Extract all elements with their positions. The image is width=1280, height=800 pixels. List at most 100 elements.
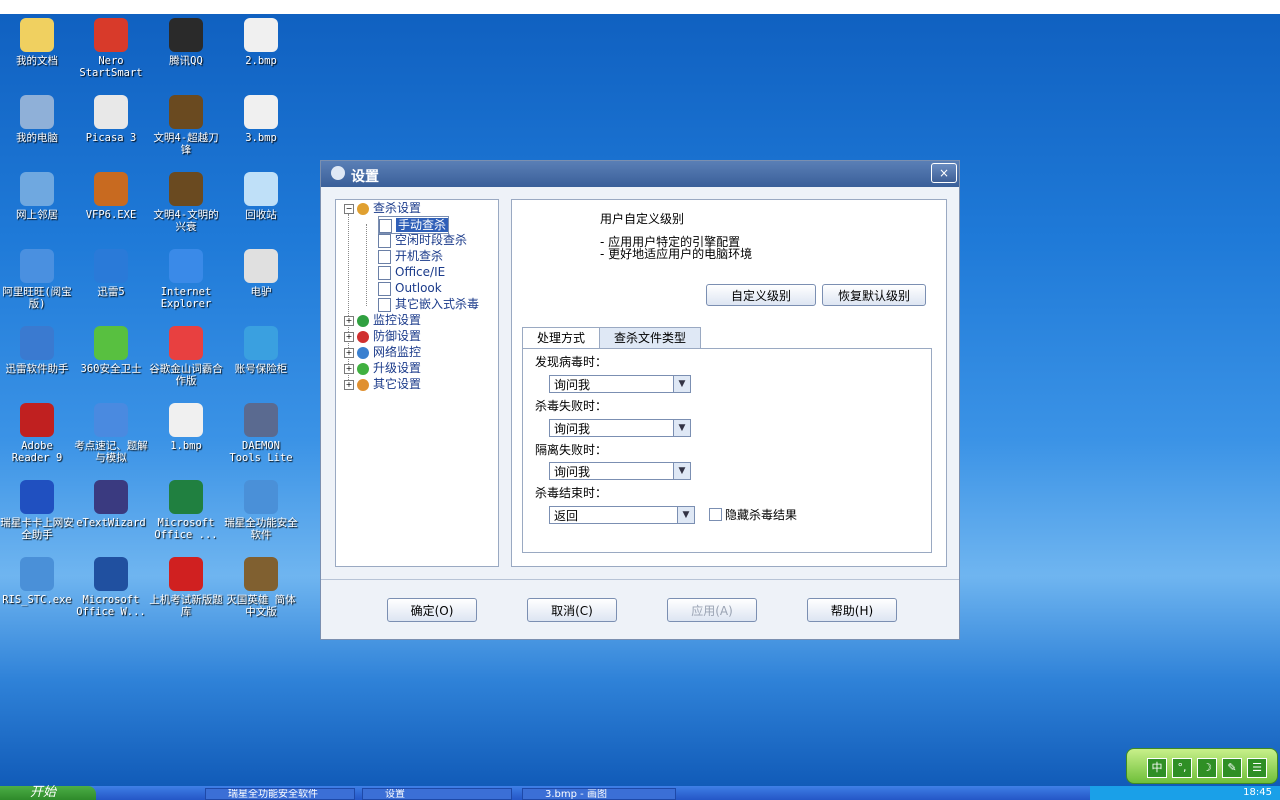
taskbar-item-paint[interactable]: 3.bmp - 画图: [522, 788, 676, 800]
desktop-icon[interactable]: 上机考试新版题库: [149, 557, 223, 618]
hide-result-label: 隐藏杀毒结果: [725, 508, 798, 522]
desktop-icon[interactable]: 灭国英雄 简体中文版: [224, 557, 298, 618]
expand-icon[interactable]: +: [344, 315, 354, 326]
tree-node-monitor[interactable]: + 监控设置: [344, 312, 421, 328]
desktop-icon[interactable]: Nero StartSmart: [74, 18, 148, 79]
desktop-icon[interactable]: 腾讯QQ: [149, 18, 223, 67]
expand-icon[interactable]: +: [344, 347, 354, 358]
settings-panel: 用户自定义级别 - 应用用户特定的引擎配置 - 更好地适应用户的电脑环境 自定义…: [511, 199, 947, 567]
tree-node-startup-scan[interactable]: 开机查杀: [378, 248, 443, 264]
desktop-icon[interactable]: 文明4-文明的兴衰: [149, 172, 223, 233]
tree-node-idle-scan[interactable]: 空闲时段查杀: [378, 232, 467, 248]
desktop-icon[interactable]: Internet Explorer: [149, 249, 223, 310]
desktop-icon[interactable]: eTextWizard: [74, 480, 148, 529]
desktop-icon[interactable]: 我的电脑: [0, 95, 74, 144]
desktop-icon[interactable]: 迅雷5: [74, 249, 148, 298]
close-button[interactable]: ×: [931, 163, 957, 183]
app-icon: [244, 326, 278, 360]
desktop-icon-label: DAEMON Tools Lite: [229, 440, 293, 464]
ok-button[interactable]: 确定(O): [387, 598, 477, 622]
chevron-down-icon[interactable]: ▼: [677, 507, 694, 523]
expand-icon[interactable]: +: [344, 363, 354, 374]
desktop-icon-label: eTextWizard: [76, 517, 146, 529]
desktop-icon-label: 网上邻居: [16, 209, 58, 221]
tree-node-embedded-scan[interactable]: 其它嵌入式杀毒: [378, 296, 479, 312]
clean-failed-select[interactable]: 询问我 ▼: [549, 419, 691, 437]
app-icon: [169, 172, 203, 206]
restore-default-button[interactable]: 恢复默认级别: [822, 284, 926, 306]
ime-chinese-button[interactable]: 中: [1147, 758, 1167, 778]
desktop-icon[interactable]: 瑞星全功能安全软件: [224, 480, 298, 541]
ime-moon-icon[interactable]: ☽: [1197, 758, 1217, 778]
chevron-down-icon[interactable]: ▼: [673, 376, 690, 392]
tree-node-network[interactable]: + 网络监控: [344, 344, 421, 360]
tab-body: 发现病毒时： 询问我 ▼ 杀毒失败时： 询问我 ▼ 隔离失败时： 询问我 ▼ 杀毒结束…: [522, 348, 932, 553]
ime-menu-icon[interactable]: ☰: [1247, 758, 1267, 778]
desktop-icon[interactable]: 阿里旺旺(阅宝版): [0, 249, 74, 310]
apply-button[interactable]: 应用(A): [667, 598, 757, 622]
window-titlebar[interactable]: 设置 ×: [321, 161, 959, 187]
app-icon: [169, 95, 203, 129]
desktop-icon[interactable]: 1.bmp: [149, 403, 223, 452]
desktop-icon[interactable]: 迅雷软件助手: [0, 326, 74, 375]
desktop-icon[interactable]: 文明4-超越刀锋: [149, 95, 223, 156]
tree-node-other[interactable]: + 其它设置: [344, 376, 421, 392]
desktop-icon[interactable]: 谷歌金山词霸合作版: [149, 326, 223, 387]
desktop-icon[interactable]: Adobe Reader 9: [0, 403, 74, 464]
help-button[interactable]: 帮助(H): [807, 598, 897, 622]
upgrade-icon: [357, 362, 369, 375]
quarantine-failed-select[interactable]: 询问我 ▼: [549, 462, 691, 480]
virus-found-label: 发现病毒时：: [535, 355, 608, 369]
desktop-icon-label: 3.bmp: [245, 132, 277, 144]
collapse-icon[interactable]: −: [344, 203, 354, 214]
app-icon: [244, 249, 278, 283]
desktop-icon[interactable]: 我的文档: [0, 18, 74, 67]
hide-result-checkbox[interactable]: [709, 508, 722, 521]
ime-toolbar: 中 °, ☽ ✎ ☰: [1126, 748, 1278, 784]
tree-node-upgrade[interactable]: + 升级设置: [344, 360, 421, 376]
tree-node-office-ie[interactable]: Office/IE: [378, 264, 445, 280]
desktop-icon[interactable]: VFP6.EXE: [74, 172, 148, 221]
settings-tree: − 查杀设置 手动查杀 空闲时段查杀 开机查杀 Office/IE Outlook…: [335, 199, 499, 567]
desktop-icon[interactable]: Microsoft Office ...: [149, 480, 223, 541]
tab-handling[interactable]: 处理方式: [522, 327, 600, 349]
desktop-icon[interactable]: 3.bmp: [224, 95, 298, 144]
desktop-icon[interactable]: Picasa 3: [74, 95, 148, 144]
scan-finished-label: 杀毒结束时：: [535, 486, 608, 500]
desktop-icon[interactable]: 网上邻居: [0, 172, 74, 221]
app-icon: [169, 326, 203, 360]
taskbar-item-rising[interactable]: 瑞星全功能安全软件: [205, 788, 355, 800]
top-strip: [0, 0, 1280, 14]
start-button[interactable]: 开始: [0, 786, 96, 800]
clock[interactable]: 18:45: [1243, 787, 1272, 798]
desktop-icon[interactable]: 考点速记、题解与模拟: [74, 403, 148, 464]
virus-found-select[interactable]: 询问我 ▼: [549, 375, 691, 393]
desktop-icon[interactable]: Microsoft Office W...: [74, 557, 148, 618]
tab-file-types[interactable]: 查杀文件类型: [599, 327, 701, 348]
taskbar-item-settings[interactable]: 设置: [362, 788, 512, 800]
desktop-icon[interactable]: 瑞星卡卡上网安全助手: [0, 480, 74, 541]
app-icon: [20, 249, 54, 283]
expand-icon[interactable]: +: [344, 379, 354, 390]
ime-pen-icon[interactable]: ✎: [1222, 758, 1242, 778]
chevron-down-icon[interactable]: ▼: [673, 420, 690, 436]
tree-node-defense[interactable]: + 防御设置: [344, 328, 421, 344]
cancel-button[interactable]: 取消(C): [527, 598, 617, 622]
app-icon: [94, 557, 128, 591]
desktop-icon[interactable]: 360安全卫士: [74, 326, 148, 375]
desktop-icon[interactable]: 2.bmp: [224, 18, 298, 67]
custom-level-button[interactable]: 自定义级别: [706, 284, 816, 306]
tree-node-scan-settings[interactable]: − 查杀设置: [344, 200, 421, 216]
ime-punct-button[interactable]: °,: [1172, 758, 1192, 778]
desktop-icon[interactable]: RIS_STC.exe: [0, 557, 74, 606]
desktop-icon[interactable]: DAEMON Tools Lite: [224, 403, 298, 464]
desktop-icon-label: 瑞星全功能安全软件: [224, 517, 298, 541]
desktop-icon-label: 回收站: [245, 209, 277, 221]
chevron-down-icon[interactable]: ▼: [673, 463, 690, 479]
expand-icon[interactable]: +: [344, 331, 354, 342]
tree-node-outlook[interactable]: Outlook: [378, 280, 442, 296]
desktop-icon[interactable]: 回收站: [224, 172, 298, 221]
scan-finished-select[interactable]: 返回 ▼: [549, 506, 695, 524]
desktop-icon[interactable]: 电驴: [224, 249, 298, 298]
desktop-icon[interactable]: 账号保险柜: [224, 326, 298, 375]
